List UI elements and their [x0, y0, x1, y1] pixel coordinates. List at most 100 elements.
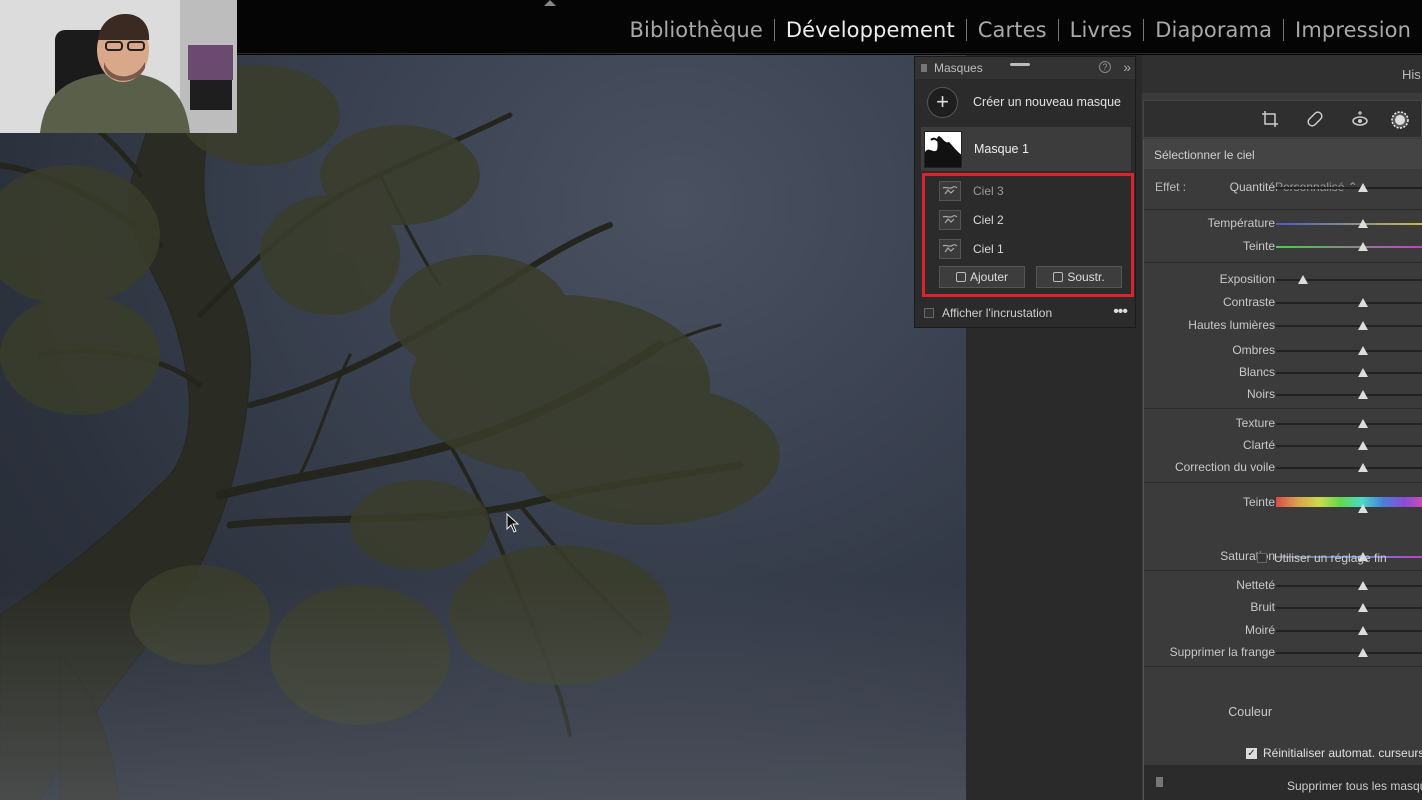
- slider-track[interactable]: [1276, 652, 1422, 654]
- reset-sliders-checkbox[interactable]: ✓: [1246, 747, 1257, 759]
- slider-track[interactable]: [1276, 372, 1422, 374]
- mask-components-highlight: Ciel 3 Ciel 2 Ciel 1 Ajouter Soustr.: [922, 173, 1134, 297]
- slider-thumb[interactable]: [1358, 368, 1368, 377]
- slider-thumb[interactable]: [1358, 648, 1368, 657]
- slider-label: Supprimer la frange: [1169, 645, 1275, 659]
- slider-thumb[interactable]: [1298, 275, 1308, 284]
- drag-grip-icon[interactable]: [1010, 63, 1030, 66]
- histogram-header: His: [1142, 55, 1422, 93]
- group-divider: [1144, 570, 1422, 571]
- add-mask-icon[interactable]: +: [927, 86, 958, 118]
- slider-track[interactable]: [1276, 445, 1422, 447]
- tree-silhouette: [0, 55, 780, 800]
- slider-label: Correction du voile: [1174, 460, 1275, 474]
- add-component-button[interactable]: Ajouter: [939, 266, 1025, 288]
- group-divider: [1144, 262, 1422, 263]
- subtract-component-label: Soustr.: [1067, 270, 1105, 284]
- masks-panel-header[interactable]: Masques ? »: [915, 57, 1135, 79]
- slider-track[interactable]: [1276, 187, 1422, 189]
- masking-icon[interactable]: [1390, 110, 1410, 130]
- selection-title: Sélectionner le ciel: [1144, 139, 1422, 169]
- help-icon[interactable]: ?: [1099, 61, 1111, 73]
- slider-thumb[interactable]: [1358, 504, 1368, 513]
- mask-adjustments: Sélectionner le ciel Effet : Personnalis…: [1143, 139, 1422, 800]
- mask-name: Masque 1: [974, 142, 1029, 156]
- slider-track[interactable]: [1276, 394, 1422, 396]
- module-picker: Bibliothèque Développement Cartes Livres…: [619, 18, 1422, 42]
- slider-label: Netteté: [1236, 578, 1275, 592]
- show-overlay-row: Afficher l'incrustation •••: [915, 303, 1135, 323]
- reset-sliders-row: ✓ Réinitialiser automat. curseurs: [1246, 746, 1422, 760]
- module-books[interactable]: Livres: [1059, 18, 1144, 42]
- module-print[interactable]: Impression: [1284, 18, 1422, 42]
- collapse-caret-icon[interactable]: [544, 0, 556, 6]
- slider-thumb[interactable]: [1358, 298, 1368, 307]
- mask-component-label: Ciel 3: [973, 183, 1004, 198]
- slider-track[interactable]: [1276, 302, 1422, 304]
- slider-thumb[interactable]: [1358, 441, 1368, 450]
- slider-label: Texture: [1235, 416, 1275, 430]
- module-develop[interactable]: Développement: [775, 18, 966, 42]
- group-divider: [1144, 482, 1422, 483]
- fine-adjust-checkbox[interactable]: [1257, 553, 1267, 563]
- module-library[interactable]: Bibliothèque: [619, 18, 774, 42]
- fine-adjust-label: Utiliser un réglage fin: [1274, 551, 1387, 565]
- mask-component-item[interactable]: Ciel 2: [925, 205, 1131, 234]
- slider-thumb[interactable]: [1358, 419, 1368, 428]
- mouse-cursor-icon: [506, 513, 520, 533]
- mask-component-item[interactable]: Ciel 3: [925, 176, 1131, 205]
- slider-track[interactable]: [1276, 223, 1422, 225]
- module-maps[interactable]: Cartes: [967, 18, 1058, 42]
- slider-label: Teinte: [1242, 239, 1275, 253]
- crop-icon[interactable]: [1260, 110, 1280, 130]
- slider-track[interactable]: [1276, 607, 1422, 609]
- delete-masks-bar: Supprimer tous les masques: [1144, 765, 1422, 800]
- slider-thumb[interactable]: [1358, 626, 1368, 635]
- mask-action-buttons: Ajouter Soustr.: [925, 263, 1131, 288]
- slider-track[interactable]: [1276, 423, 1422, 425]
- mask-component-label: Ciel 1: [973, 241, 1004, 256]
- develop-right-panel: His Sélectionner le ciel Effet : Personn…: [1142, 55, 1422, 800]
- mask-component-item[interactable]: Ciel 1: [925, 234, 1131, 263]
- red-eye-icon[interactable]: [1350, 110, 1370, 130]
- slider-thumb[interactable]: [1358, 219, 1368, 228]
- slider-thumb[interactable]: [1358, 603, 1368, 612]
- module-slideshow[interactable]: Diaporama: [1144, 18, 1283, 42]
- slider-track[interactable]: [1276, 325, 1422, 327]
- reset-sliders-label: Réinitialiser automat. curseurs: [1263, 746, 1422, 760]
- effect-label: Effet :: [1155, 180, 1187, 194]
- subtract-component-button[interactable]: Soustr.: [1036, 266, 1122, 288]
- mask-item[interactable]: Masque 1: [921, 127, 1131, 171]
- slider-track[interactable]: [1276, 246, 1422, 248]
- sky-component-icon: [939, 180, 961, 201]
- masks-panel: Masques ? » + Créer un nouveau masque Ma…: [914, 56, 1136, 328]
- slider-label: Blancs: [1238, 365, 1275, 379]
- slider-label: Moiré: [1244, 623, 1275, 637]
- slider-track[interactable]: [1276, 630, 1422, 632]
- photo-canvas[interactable]: [0, 55, 966, 800]
- create-mask-label: Créer un nouveau masque: [973, 95, 1122, 109]
- collapse-panel-icon[interactable]: »: [1123, 59, 1131, 75]
- show-overlay-checkbox[interactable]: [924, 308, 934, 318]
- slider-label: Contraste: [1222, 295, 1275, 309]
- slider-track[interactable]: [1276, 467, 1422, 469]
- slider-thumb[interactable]: [1358, 183, 1368, 192]
- more-options-icon[interactable]: •••: [1113, 303, 1128, 321]
- histogram-title: His: [1402, 67, 1421, 82]
- healing-icon[interactable]: [1305, 110, 1325, 130]
- slider-thumb[interactable]: [1358, 346, 1368, 355]
- webcam-overlay: [0, 0, 237, 133]
- slider-thumb[interactable]: [1358, 581, 1368, 590]
- group-divider: [1144, 408, 1422, 409]
- create-mask-row[interactable]: + Créer un nouveau masque: [915, 79, 1135, 125]
- slider-thumb[interactable]: [1358, 390, 1368, 399]
- hue-track[interactable]: [1276, 497, 1422, 507]
- slider-track[interactable]: [1276, 350, 1422, 352]
- delete-all-masks-button[interactable]: Supprimer tous les masques: [1287, 779, 1422, 793]
- slider-track[interactable]: [1276, 585, 1422, 587]
- slider-thumb[interactable]: [1358, 463, 1368, 472]
- slider-thumb[interactable]: [1358, 321, 1368, 330]
- slider-thumb[interactable]: [1358, 242, 1368, 251]
- slider-label: Noirs: [1246, 387, 1275, 401]
- masks-panel-title: Masques: [934, 61, 983, 75]
